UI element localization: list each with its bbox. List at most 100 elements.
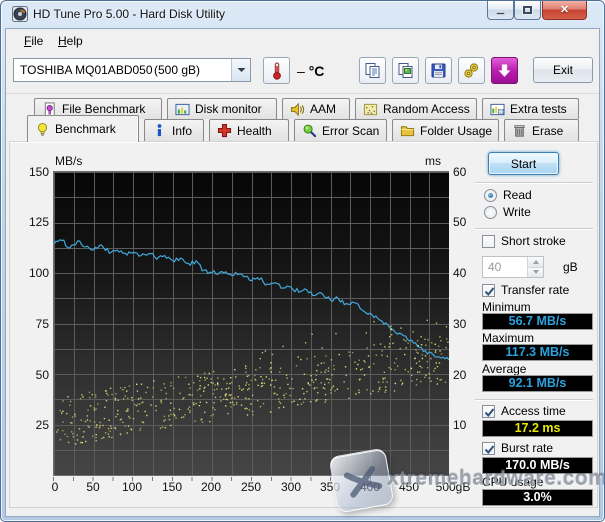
tab-random-access[interactable]: Random Access xyxy=(355,98,477,119)
stepper-down-button[interactable] xyxy=(528,266,543,277)
speaker-icon xyxy=(290,102,305,117)
thermometer-icon xyxy=(272,62,281,80)
x-tick-label: 150 xyxy=(161,480,183,494)
tab-error-scan[interactable]: Error Scan xyxy=(294,119,387,141)
x-tick-label: 350 xyxy=(319,480,341,494)
separator xyxy=(475,399,593,401)
magnifier-icon xyxy=(302,123,317,138)
tab-health[interactable]: Health xyxy=(209,119,289,141)
down-arrow-icon xyxy=(532,270,539,275)
tab-erase[interactable]: Erase xyxy=(504,119,579,141)
y-tick-label: 25 xyxy=(35,418,49,432)
y-tick-label: 125 xyxy=(28,215,49,229)
y-tick-label-right: 30 xyxy=(453,317,467,331)
copy-image-button[interactable] xyxy=(392,57,419,84)
tab-disk-monitor[interactable]: Disk monitor xyxy=(167,98,277,119)
y-tick-label-right: 10 xyxy=(453,418,467,432)
menu-help[interactable]: Help xyxy=(52,32,89,50)
burst-rate-checkbox[interactable]: Burst rate xyxy=(482,441,553,455)
options-button[interactable] xyxy=(458,57,485,84)
checkbox-icon xyxy=(482,234,495,248)
radio-icon xyxy=(484,188,497,202)
temperature-button[interactable] xyxy=(263,57,290,84)
app-window: HD Tune Pro 5.00 - Hard Disk Utility ✕ F… xyxy=(0,0,605,522)
close-button[interactable]: ✕ xyxy=(542,1,587,20)
menu-file[interactable]: File xyxy=(18,32,49,50)
radio-icon xyxy=(484,205,497,219)
x-tick-label: 250 xyxy=(240,480,262,494)
exit-button[interactable]: Exit xyxy=(533,57,593,83)
y-tick-label-right: 50 xyxy=(453,215,467,229)
hd-tune-disk-icon xyxy=(12,6,28,22)
separator xyxy=(475,182,593,184)
cpu-usage-label: CPU usage xyxy=(482,475,544,489)
info-icon xyxy=(152,123,167,138)
short-stroke-size-stepper[interactable]: 40 xyxy=(482,256,544,278)
average-label: Average xyxy=(482,362,527,376)
drive-model: TOSHIBA MQ01ABD050 xyxy=(20,63,153,77)
left-axis-unit: MB/s xyxy=(55,154,83,168)
chevron-down-icon xyxy=(237,68,245,72)
tab-aam[interactable]: AAM xyxy=(282,98,350,119)
transfer-rate-checkbox[interactable]: Transfer rate xyxy=(482,283,569,297)
write-radio[interactable]: Write xyxy=(484,205,531,219)
separator xyxy=(475,228,593,230)
drive-selector[interactable]: TOSHIBA MQ01ABD050 (500 gB) xyxy=(13,58,251,82)
x-tick-label: 450 xyxy=(398,480,420,494)
y-tick-label-right: 60 xyxy=(453,165,467,179)
minimum-value: 56.7 MB/s xyxy=(482,313,593,330)
access-time-value: 17.2 ms xyxy=(482,420,593,437)
tab-benchmark[interactable]: Benchmark xyxy=(27,115,139,142)
short-stroke-checkbox[interactable]: Short stroke xyxy=(482,234,566,248)
minimize-button[interactable] xyxy=(487,1,514,20)
lightbulb-icon xyxy=(35,122,50,137)
checkbox-icon xyxy=(482,441,495,455)
copy-image-icon xyxy=(398,63,413,78)
x-tick-label: 300 xyxy=(280,480,302,494)
save-icon xyxy=(431,63,446,78)
capacity-unit-label: gB xyxy=(563,260,578,274)
benchmark-chart xyxy=(54,172,449,475)
title-bar[interactable]: HD Tune Pro 5.00 - Hard Disk Utility ✕ xyxy=(1,1,604,28)
window-title: HD Tune Pro 5.00 - Hard Disk Utility xyxy=(33,7,226,21)
menu-bar: File Help xyxy=(6,29,599,52)
tab-extra-tests[interactable]: Extra tests xyxy=(482,98,579,119)
tab-info[interactable]: Info xyxy=(144,119,204,141)
y-tick-label: 50 xyxy=(35,368,49,382)
minimum-label: Minimum xyxy=(482,300,531,314)
access-time-checkbox[interactable]: Access time xyxy=(482,404,566,418)
minimize-icon xyxy=(496,11,505,15)
checkbox-icon xyxy=(482,283,495,297)
x-tick-label: 100 xyxy=(121,480,143,494)
x-tick-label: 500gB xyxy=(435,480,471,494)
restore-button[interactable] xyxy=(514,1,541,20)
checkbox-icon xyxy=(482,404,495,418)
disk-monitor-icon xyxy=(175,102,190,117)
trash-icon xyxy=(512,123,527,138)
dropdown-arrow-button[interactable] xyxy=(231,59,250,81)
y-tick-label: 150 xyxy=(28,165,49,179)
drive-capacity: (500 gB) xyxy=(154,63,201,77)
cpu-usage-value: 3.0% xyxy=(482,489,593,506)
random-access-icon xyxy=(363,102,378,117)
health-cross-icon xyxy=(217,123,232,138)
read-radio[interactable]: Read xyxy=(484,188,532,202)
right-axis-unit: ms xyxy=(425,154,441,168)
temperature-readout: – °C xyxy=(297,63,325,79)
save-button[interactable] xyxy=(425,57,452,84)
maximum-value: 117.3 MB/s xyxy=(482,344,593,361)
stepper-up-button[interactable] xyxy=(528,257,543,267)
burst-rate-value: 170.0 MB/s xyxy=(482,457,593,474)
copy-text-button[interactable] xyxy=(359,57,386,84)
screenshot-down-arrow-icon xyxy=(498,64,511,78)
x-tick-label: 200 xyxy=(200,480,222,494)
x-tick-label: 400 xyxy=(359,480,381,494)
extra-tests-icon xyxy=(490,102,505,117)
options-icon xyxy=(464,63,479,78)
restore-icon xyxy=(523,6,532,14)
tab-folder-usage[interactable]: Folder Usage xyxy=(392,119,499,141)
up-arrow-icon xyxy=(532,259,539,264)
start-button[interactable]: Start xyxy=(488,152,559,175)
y-tick-label: 75 xyxy=(35,317,49,331)
screenshot-button[interactable] xyxy=(491,57,518,84)
